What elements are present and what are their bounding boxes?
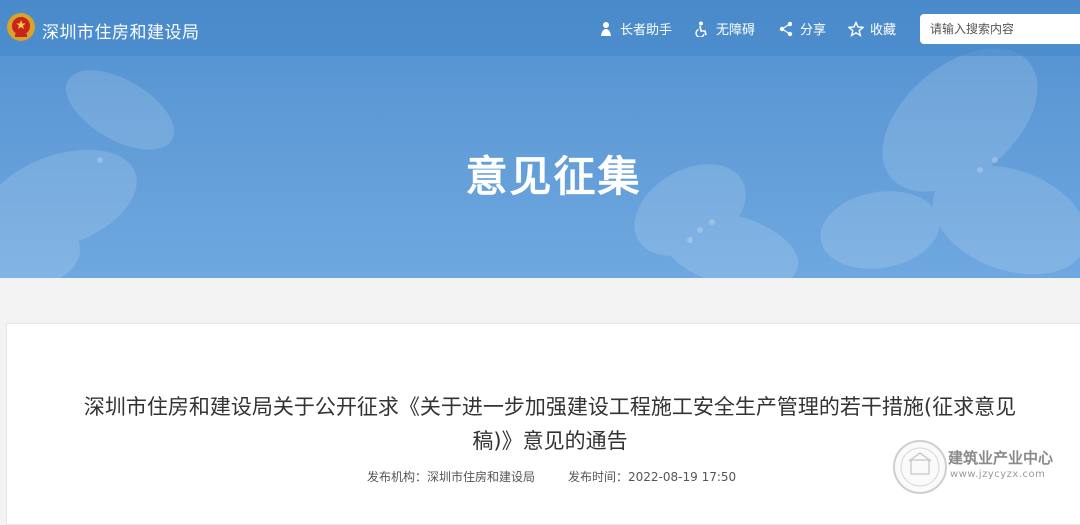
share-icon xyxy=(779,21,793,36)
search-input[interactable] xyxy=(920,14,1080,44)
elderly-assist-icon xyxy=(601,21,611,36)
watermark-logo-icon xyxy=(893,440,947,494)
accessibility-icon xyxy=(695,21,707,37)
publish-time-label: 发布时间： xyxy=(568,470,629,484)
publisher-meta: 发布机构：深圳市住房和建设局 xyxy=(367,468,535,485)
elderly-assist-button[interactable]: 长者助手 xyxy=(598,19,672,38)
share-button[interactable]: 分享 xyxy=(778,19,826,38)
watermark-url: www.jzycyzx.com xyxy=(950,469,1046,480)
accessibility-button[interactable]: 无障碍 xyxy=(694,19,755,38)
national-emblem-icon xyxy=(7,13,35,41)
article-title: 深圳市住房和建设局关于公开征求《关于进一步加强建设工程施工安全生产管理的若干措施… xyxy=(83,395,1017,453)
publisher-value: 深圳市住房和建设局 xyxy=(427,470,536,484)
watermark-title: 建筑业产业中心 xyxy=(948,449,1054,467)
publisher-label: 发布机构： xyxy=(367,470,428,484)
elderly-assist-label: 长者助手 xyxy=(620,23,673,38)
publish-time-meta: 发布时间：2022-08-19 17:50 xyxy=(568,468,736,485)
site-name[interactable]: 深圳市住房和建设局 xyxy=(42,18,200,43)
favorite-button[interactable]: 收藏 xyxy=(848,19,896,38)
publish-time-value: 2022-08-19 17:50 xyxy=(628,470,737,484)
share-label: 分享 xyxy=(800,23,827,38)
search-box xyxy=(920,14,1080,44)
star-icon xyxy=(848,20,864,37)
banner-title: 意见征集 xyxy=(465,152,642,201)
favorite-label: 收藏 xyxy=(870,23,897,38)
accessibility-label: 无障碍 xyxy=(716,23,756,38)
